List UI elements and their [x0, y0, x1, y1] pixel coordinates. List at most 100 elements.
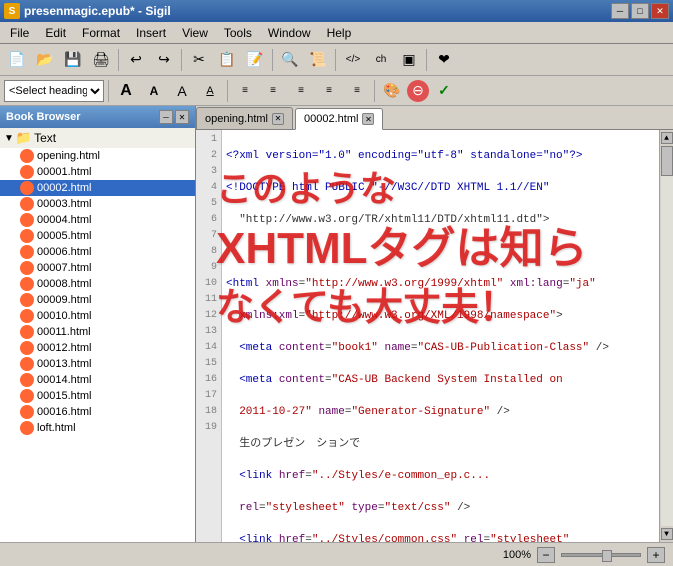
- file-tree[interactable]: ▼ 📁 Text opening.html 00001.html 00002.h…: [0, 128, 195, 542]
- paste-button[interactable]: 📝: [242, 47, 268, 73]
- list-item[interactable]: 00011.html: [0, 324, 195, 340]
- code-editor[interactable]: 1 2 3 4 5 6 7 8 9 10 11 12 13 14 15 16 1…: [196, 130, 673, 542]
- panel-minus-button[interactable]: ─: [159, 110, 173, 124]
- search-button[interactable]: 🔍: [277, 47, 303, 73]
- list-item[interactable]: 00001.html: [0, 164, 195, 180]
- toc-button[interactable]: 📜: [305, 47, 331, 73]
- align-center-button[interactable]: ≡: [260, 78, 286, 104]
- tab-close-opening[interactable]: ✕: [272, 113, 284, 125]
- toolbar-main: 📄 📂 💾 🖨 ↩ ↪ ✂ 📋 📝 🔍 📜 </> ch ▣ ❤: [0, 44, 673, 76]
- tree-expand-icon[interactable]: ▼: [4, 133, 14, 144]
- menu-file[interactable]: File: [2, 22, 37, 43]
- meta-editor-button[interactable]: ch: [368, 47, 394, 73]
- print-button[interactable]: 🖨: [88, 47, 114, 73]
- menu-view[interactable]: View: [174, 22, 216, 43]
- font-large-button[interactable]: A: [113, 78, 139, 104]
- minimize-button[interactable]: ─: [611, 3, 629, 19]
- list-item[interactable]: 00010.html: [0, 308, 195, 324]
- list-item[interactable]: 00015.html: [0, 388, 195, 404]
- list-item[interactable]: 00013.html: [0, 356, 195, 372]
- outdent-button[interactable]: ≡: [344, 78, 370, 104]
- line-num: 6: [196, 212, 221, 228]
- tab-opening-html[interactable]: opening.html ✕: [196, 107, 293, 129]
- scrollbar-thumb[interactable]: [661, 146, 673, 176]
- undo-button[interactable]: ↩: [123, 47, 149, 73]
- file-name: 00007.html: [37, 262, 91, 274]
- list-item[interactable]: 00012.html: [0, 340, 195, 356]
- list-item[interactable]: opening.html: [0, 148, 195, 164]
- vertical-scrollbar[interactable]: ▲ ▼: [659, 130, 673, 542]
- close-button[interactable]: ✕: [651, 3, 669, 19]
- line-num: 19: [196, 420, 221, 436]
- list-item[interactable]: 00003.html: [0, 196, 195, 212]
- menu-insert[interactable]: Insert: [128, 22, 174, 43]
- align-right-button[interactable]: ≡: [288, 78, 314, 104]
- validate-button[interactable]: </>: [340, 47, 366, 73]
- heading-select[interactable]: <Select heading>: [4, 80, 104, 102]
- zoom-slider-thumb[interactable]: [602, 550, 612, 562]
- menu-tools[interactable]: Tools: [216, 22, 260, 43]
- list-item[interactable]: 00004.html: [0, 212, 195, 228]
- open-file-button[interactable]: 📂: [32, 47, 58, 73]
- tab-close-00002[interactable]: ✕: [362, 113, 374, 125]
- list-item[interactable]: loft.html: [0, 420, 195, 436]
- app-icon: S: [4, 3, 20, 19]
- tab-label: 00002.html: [304, 113, 358, 125]
- cut-button[interactable]: ✂: [186, 47, 212, 73]
- tree-root-text[interactable]: ▼ 📁 Text: [0, 128, 195, 148]
- copy-button[interactable]: 📋: [214, 47, 240, 73]
- panel-controls[interactable]: ─ ✕: [159, 110, 189, 124]
- maximize-button[interactable]: □: [631, 3, 649, 19]
- new-file-button[interactable]: 📄: [4, 47, 30, 73]
- scrollbar-up-button[interactable]: ▲: [661, 132, 673, 144]
- list-item[interactable]: 00002.html: [0, 180, 195, 196]
- tab-00002-html[interactable]: 00002.html ✕: [295, 108, 383, 130]
- style-paint-button[interactable]: 🎨: [379, 78, 405, 104]
- list-item[interactable]: 00016.html: [0, 404, 195, 420]
- menu-edit[interactable]: Edit: [37, 22, 74, 43]
- tab-bar: opening.html ✕ 00002.html ✕: [196, 106, 673, 130]
- redo-button[interactable]: ↪: [151, 47, 177, 73]
- file-icon: [20, 293, 34, 307]
- panel-close-button[interactable]: ✕: [175, 110, 189, 124]
- scrollbar-track[interactable]: [661, 146, 673, 526]
- line-num: 1: [196, 132, 221, 148]
- menu-window[interactable]: Window: [260, 22, 319, 43]
- scrollbar-down-button[interactable]: ▼: [661, 528, 673, 540]
- cover-button[interactable]: ▣: [396, 47, 422, 73]
- align-left-button[interactable]: ≡: [232, 78, 258, 104]
- zoom-slider[interactable]: [561, 553, 641, 557]
- line-num: 12: [196, 308, 221, 324]
- align-justify-button[interactable]: ≡: [316, 78, 342, 104]
- line-num: 5: [196, 196, 221, 212]
- zoom-in-button[interactable]: +: [647, 547, 665, 563]
- list-item[interactable]: 00005.html: [0, 228, 195, 244]
- title-bar: S presenmagic.epub* - Sigil ─ □ ✕: [0, 0, 673, 22]
- check-button[interactable]: ✓: [431, 78, 457, 104]
- list-item[interactable]: 00007.html: [0, 260, 195, 276]
- list-item[interactable]: 00009.html: [0, 292, 195, 308]
- tree-root-label: Text: [34, 131, 56, 145]
- zoom-out-button[interactable]: −: [537, 547, 555, 563]
- file-icon: [20, 197, 34, 211]
- line-num: 15: [196, 356, 221, 372]
- file-icon: [20, 277, 34, 291]
- code-text[interactable]: <?xml version="1.0" encoding="utf-8" sta…: [222, 130, 659, 542]
- line-num: 7: [196, 228, 221, 244]
- list-item[interactable]: 00014.html: [0, 372, 195, 388]
- font-decrease-button[interactable]: A: [197, 78, 223, 104]
- separator-4: [335, 49, 336, 71]
- menu-format[interactable]: Format: [74, 22, 128, 43]
- font-increase-button[interactable]: A: [169, 78, 195, 104]
- menu-help[interactable]: Help: [319, 22, 360, 43]
- status-bar: 100% − +: [0, 542, 673, 566]
- save-button[interactable]: 💾: [60, 47, 86, 73]
- folder-icon: 📁: [16, 130, 32, 146]
- remove-style-button[interactable]: ⊖: [407, 80, 429, 102]
- separator-6: [108, 80, 109, 102]
- donate-button[interactable]: ❤: [431, 47, 457, 73]
- list-item[interactable]: 00006.html: [0, 244, 195, 260]
- window-controls[interactable]: ─ □ ✕: [611, 3, 669, 19]
- list-item[interactable]: 00008.html: [0, 276, 195, 292]
- font-small-button[interactable]: A: [141, 78, 167, 104]
